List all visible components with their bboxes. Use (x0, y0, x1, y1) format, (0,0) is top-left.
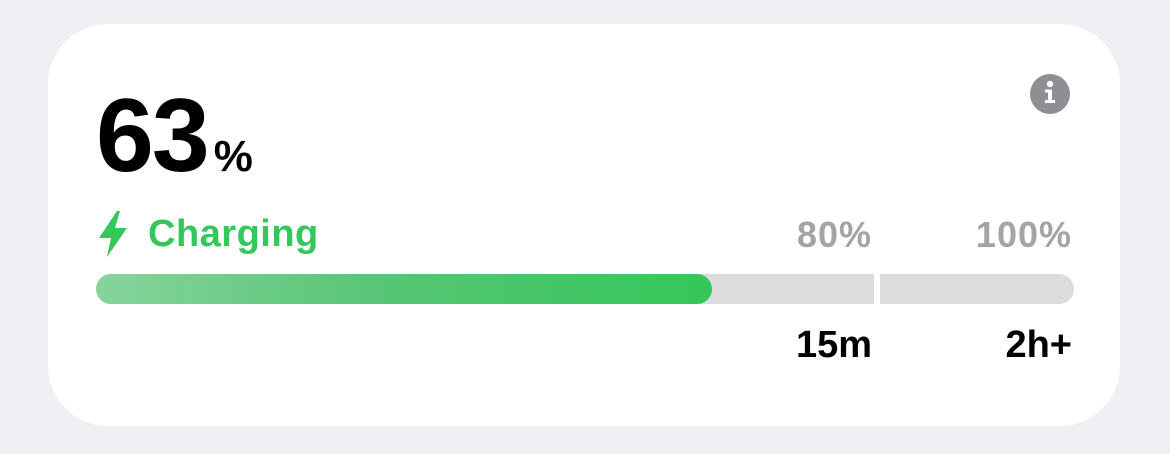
marker-80-label: 80% (796, 214, 872, 255)
battery-card: 63 % Charging 80% 100% 15m 2h+ (48, 24, 1120, 426)
battery-percentage-unit: % (213, 132, 253, 181)
battery-level: 63 % (96, 84, 253, 188)
marker-100-label: 100% (975, 214, 1072, 255)
time-to-80: 15m (795, 324, 872, 366)
info-icon (1030, 72, 1070, 117)
lightning-bolt-icon (96, 210, 134, 258)
charging-status: Charging (96, 210, 319, 258)
battery-track-to-100 (880, 274, 1074, 304)
battery-percentage: 63 (96, 78, 210, 194)
battery-fill (96, 274, 712, 304)
time-to-100: 2h+ (1005, 324, 1072, 366)
charging-status-label: Charging (148, 212, 319, 255)
info-button[interactable] (1030, 74, 1070, 114)
